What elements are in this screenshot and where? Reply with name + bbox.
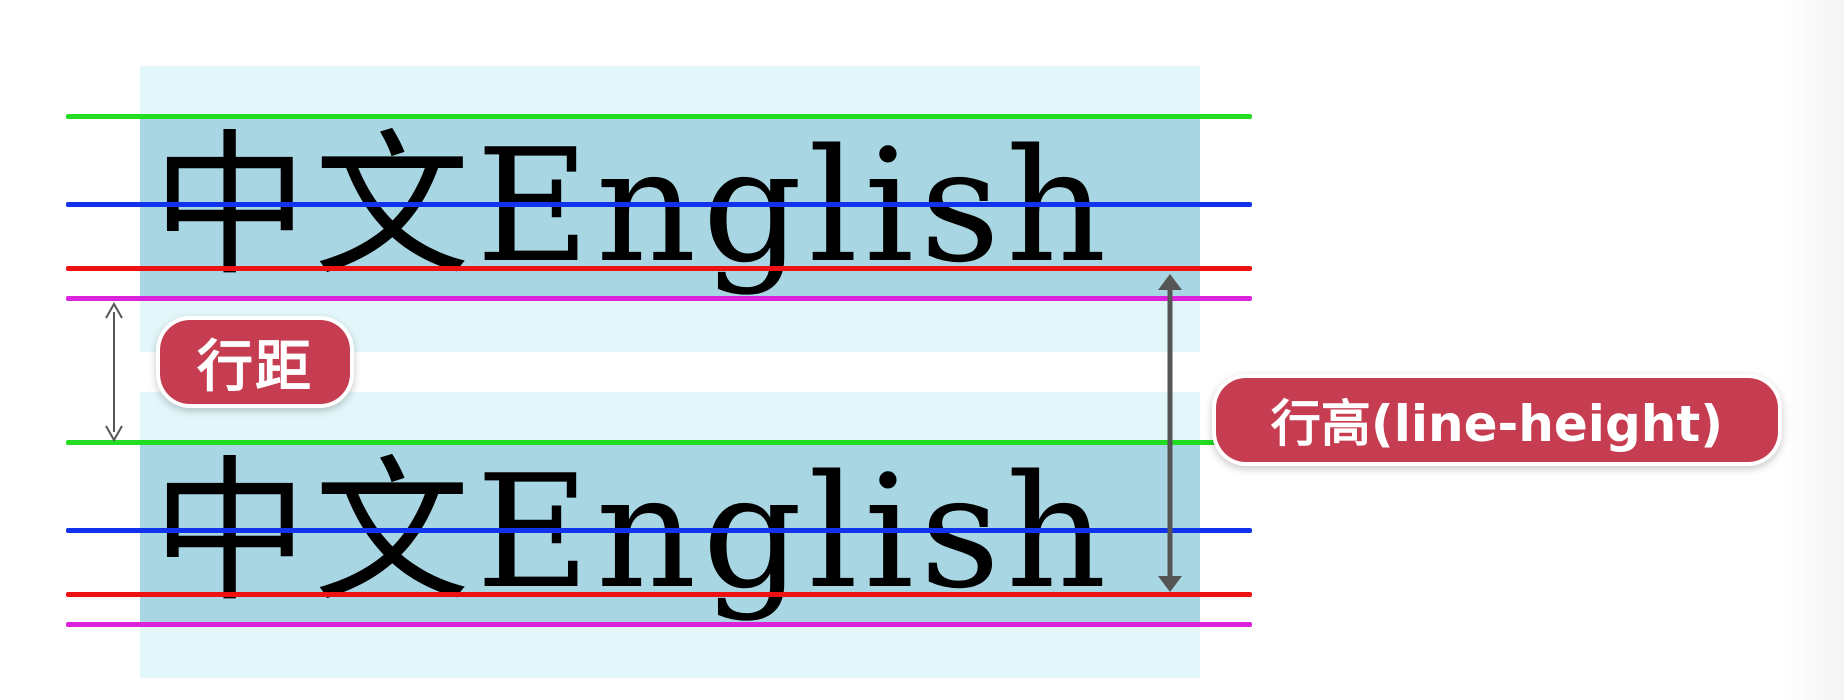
line-gap-label: 行距	[160, 320, 350, 404]
line-gap-arrow	[105, 301, 123, 443]
line-height-label: 行高(line-height)	[1216, 378, 1778, 462]
line-height-arrow-head-up	[1158, 274, 1182, 290]
diagram-canvas: 中文English 中文English 行距 行高(line-height)	[0, 0, 1844, 700]
line-height-arrow-head-down	[1158, 576, 1182, 592]
line-height-arrow	[1158, 274, 1182, 592]
